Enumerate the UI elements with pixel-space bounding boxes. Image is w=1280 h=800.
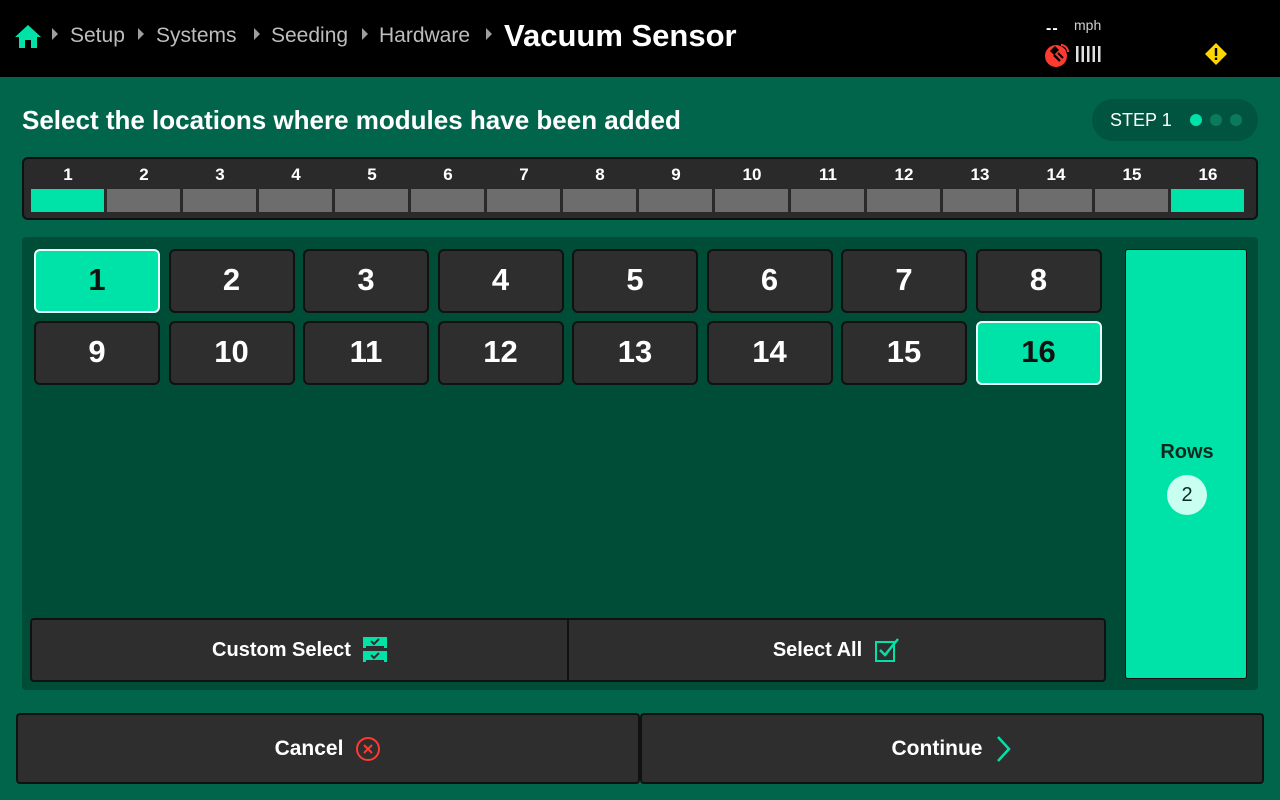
location-number: 4 <box>291 165 301 184</box>
location-segment[interactable] <box>1170 188 1245 213</box>
cancel-circle-icon <box>356 736 381 761</box>
module-button[interactable]: 1 <box>34 249 160 313</box>
module-panel: 16 15 14 13 12 11 10 9 8 7 6 5 4 3 2 1 Custom Select Se… <box>22 237 1258 690</box>
location-segment[interactable] <box>258 188 333 213</box>
location-segment[interactable] <box>562 188 637 213</box>
module-button[interactable]: 8 <box>975 249 1102 313</box>
rows-label: Rows <box>1160 441 1214 463</box>
breadcrumb-separator <box>486 28 492 40</box>
module-button[interactable]: 5 <box>572 249 698 313</box>
location-segment[interactable] <box>106 188 181 213</box>
module-button[interactable]: 15 <box>841 321 967 385</box>
location-segment[interactable] <box>866 188 941 213</box>
location-number: 5 <box>367 165 377 184</box>
location-segment[interactable] <box>182 188 257 213</box>
location-number: 7 <box>519 165 529 184</box>
step-label: STEP 1 <box>1110 110 1172 130</box>
module-button[interactable]: 11 <box>303 321 429 385</box>
module-button[interactable]: 16 <box>975 321 1102 385</box>
location-number: 1 <box>63 165 73 184</box>
location-number: 2 <box>139 165 149 184</box>
location-segment[interactable] <box>714 188 789 213</box>
chevron-right-icon <box>997 735 1012 762</box>
satellite-icon[interactable] <box>1044 42 1070 68</box>
select-all-button[interactable]: Select All <box>567 618 1106 682</box>
home-icon[interactable] <box>14 22 42 50</box>
instruction-text: Select the locations where modules have … <box>22 105 681 135</box>
breadcrumb-seeding[interactable]: Seeding <box>271 22 348 50</box>
location-number: 16 <box>1198 165 1218 184</box>
custom-select-icon <box>362 637 387 662</box>
location-number: 15 <box>1122 165 1142 184</box>
step-dot-active <box>1190 114 1202 126</box>
location-number: 12 <box>894 165 914 184</box>
location-segment[interactable] <box>30 188 105 213</box>
breadcrumb-setup[interactable]: Setup <box>70 22 125 50</box>
module-button[interactable]: 14 <box>706 321 833 385</box>
step-dot <box>1230 114 1242 126</box>
location-segment[interactable] <box>942 188 1017 213</box>
module-button[interactable]: 10 <box>168 321 295 385</box>
signal-bars-icon <box>1076 46 1101 62</box>
custom-select-button[interactable]: Custom Select <box>30 618 569 682</box>
warning-icon[interactable] <box>1204 42 1228 66</box>
location-number: 14 <box>1046 165 1066 184</box>
location-number: 13 <box>970 165 990 184</box>
location-segment[interactable] <box>1094 188 1169 213</box>
location-number: 6 <box>443 165 453 184</box>
breadcrumb-separator <box>362 28 368 40</box>
module-button[interactable]: 12 <box>437 321 564 385</box>
cancel-label: Cancel <box>274 736 344 760</box>
location-number: 10 <box>742 165 762 184</box>
location-segment[interactable] <box>486 188 561 213</box>
location-segment[interactable] <box>790 188 865 213</box>
step-indicator: STEP 1 <box>1092 99 1258 141</box>
location-bar: 1 2 3 4 5 6 7 8 9 10 11 12 13 14 15 16 <box>22 157 1258 220</box>
location-number: 11 <box>819 165 837 184</box>
breadcrumb-systems[interactable]: Systems <box>156 22 237 50</box>
speed-unit: mph <box>1074 17 1102 33</box>
continue-label: Continue <box>891 736 983 760</box>
speed-value: -- <box>1046 20 1059 37</box>
module-button[interactable]: 6 <box>706 249 833 313</box>
location-number: 8 <box>595 165 605 184</box>
breadcrumb-hardware[interactable]: Hardware <box>379 22 470 50</box>
breadcrumb-separator <box>52 28 58 40</box>
location-segment[interactable] <box>410 188 485 213</box>
rows-panel[interactable]: Rows 2 <box>1125 249 1247 679</box>
continue-button[interactable]: Continue <box>640 713 1264 784</box>
breadcrumb-separator <box>138 28 144 40</box>
location-segment[interactable] <box>638 188 713 213</box>
module-button[interactable]: 9 <box>34 321 160 385</box>
location-segment[interactable] <box>334 188 409 213</box>
module-button[interactable]: 13 <box>572 321 698 385</box>
location-number: 3 <box>215 165 225 184</box>
top-bar: Setup Systems Seeding Hardware Vacuum Se… <box>0 0 1280 77</box>
location-number: 9 <box>671 165 681 184</box>
page-title: Vacuum Sensor <box>504 18 737 53</box>
module-button[interactable]: 7 <box>841 249 967 313</box>
select-all-label: Select All <box>772 638 863 661</box>
module-button[interactable]: 3 <box>303 249 429 313</box>
module-button[interactable]: 4 <box>437 249 564 313</box>
location-segment[interactable] <box>1018 188 1093 213</box>
cancel-button[interactable]: Cancel <box>16 713 640 784</box>
step-dot <box>1210 114 1222 126</box>
rows-count-badge: 2 <box>1167 475 1207 515</box>
checkbox-checked-icon <box>875 638 900 662</box>
module-button[interactable]: 2 <box>168 249 295 313</box>
breadcrumb-separator <box>254 28 260 40</box>
custom-select-label: Custom Select <box>212 638 351 661</box>
